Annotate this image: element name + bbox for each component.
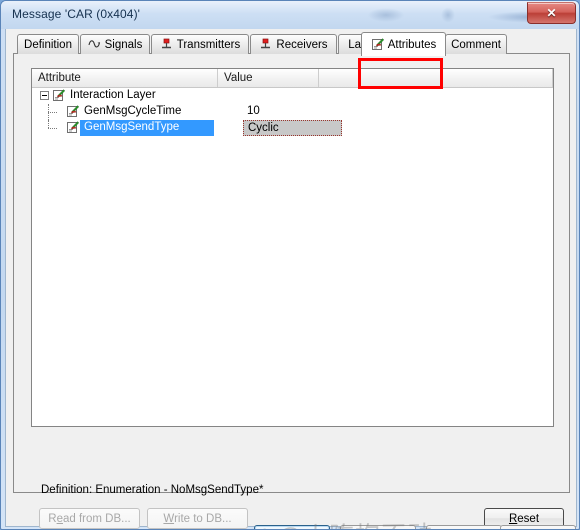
reset-label: Reset [508,512,540,525]
attributes-pencil-icon [371,38,384,51]
transmitter-pin-icon [160,38,173,51]
tab-label: Attributes [387,38,437,51]
attribute-name: GenMsgSendType [84,121,180,133]
attribute-name: GenMsgCycleTime [84,105,182,117]
read-from-db-label: Read from DB... [48,512,131,525]
column-header-value[interactable]: Value [218,69,319,87]
attribute-value: Cyclic [248,122,279,134]
tab-label: Definition [24,38,72,51]
column-header-label: Value [224,72,253,84]
tab-signals[interactable]: Signals [80,34,150,54]
dialog-window: Message 'CAR (0x404)' ✕ Definition Signal… [0,0,580,530]
tree-line-vertical [48,120,50,128]
window-title: Message 'CAR (0x404)' [12,7,141,21]
receiver-pin-icon [259,38,272,51]
attributes-tree-list[interactable]: Attribute Value Interaction Layer GenMsgCy… [31,68,554,427]
apply-button[interactable]: 应用(A) [426,525,502,529]
value-edit-cell[interactable]: Cyclic [243,120,342,136]
tab-strip: DefinitionSignalsTransmittersReceiversLa… [13,32,570,56]
attribute-name: Interaction Layer [70,89,156,101]
tree-line-horizontal [48,112,57,114]
column-header-blank[interactable] [319,69,553,87]
tab-label: Comment [451,38,501,51]
tab-label: Transmitters [176,38,241,51]
attributes-tab-panel: Attribute Value Interaction Layer GenMsgCy… [13,53,570,529]
column-header-attribute[interactable]: Attribute [32,69,218,87]
signal-wave-icon [88,38,101,51]
help-button[interactable]: 帮助 [500,525,576,529]
tab-label: Signals [104,38,143,51]
tab-attributes[interactable]: Attributes [361,32,446,56]
attributes-rows: Interaction Layer GenMsgCycleTime 10 GenMsg… [32,88,553,136]
write-to-db-button[interactable]: Write to DB... [147,508,248,529]
close-icon: ✕ [546,5,557,20]
column-header-label: Attribute [38,72,81,84]
table-row[interactable]: GenMsgCycleTime 10 [32,104,553,120]
tree-expander-collapse-icon[interactable] [40,91,49,100]
close-button[interactable]: ✕ [527,2,576,24]
attribute-value: 10 [247,105,260,117]
definition-label: Definition: Enumeration - NoMsgSendType* [41,484,264,496]
attribute-note-icon [66,121,80,134]
table-row[interactable]: Interaction Layer [32,88,553,104]
title-bar[interactable]: Message 'CAR (0x404)' ✕ [1,1,579,29]
list-column-header: Attribute Value [32,69,553,88]
tab-definition[interactable]: Definition [17,34,79,54]
attribute-note-icon [66,105,80,118]
read-from-db-button[interactable]: Read from DB... [39,508,140,529]
table-row[interactable]: GenMsgSendType Cyclic [32,120,553,136]
tab-comment[interactable]: Comment [445,34,507,54]
ok-button[interactable]: 确定 [254,525,330,529]
tab-receivers[interactable]: Receivers [250,34,337,54]
tab-label: Receivers [276,38,328,51]
write-to-db-label: Write to DB... [163,512,232,525]
tab-transmitters[interactable]: Transmitters [151,34,249,54]
attribute-note-icon [52,89,66,102]
tree-line-horizontal [48,128,57,130]
dialog-client-area: DefinitionSignalsTransmittersReceiversLa… [5,29,577,529]
cancel-button[interactable]: 取消 [340,525,416,529]
